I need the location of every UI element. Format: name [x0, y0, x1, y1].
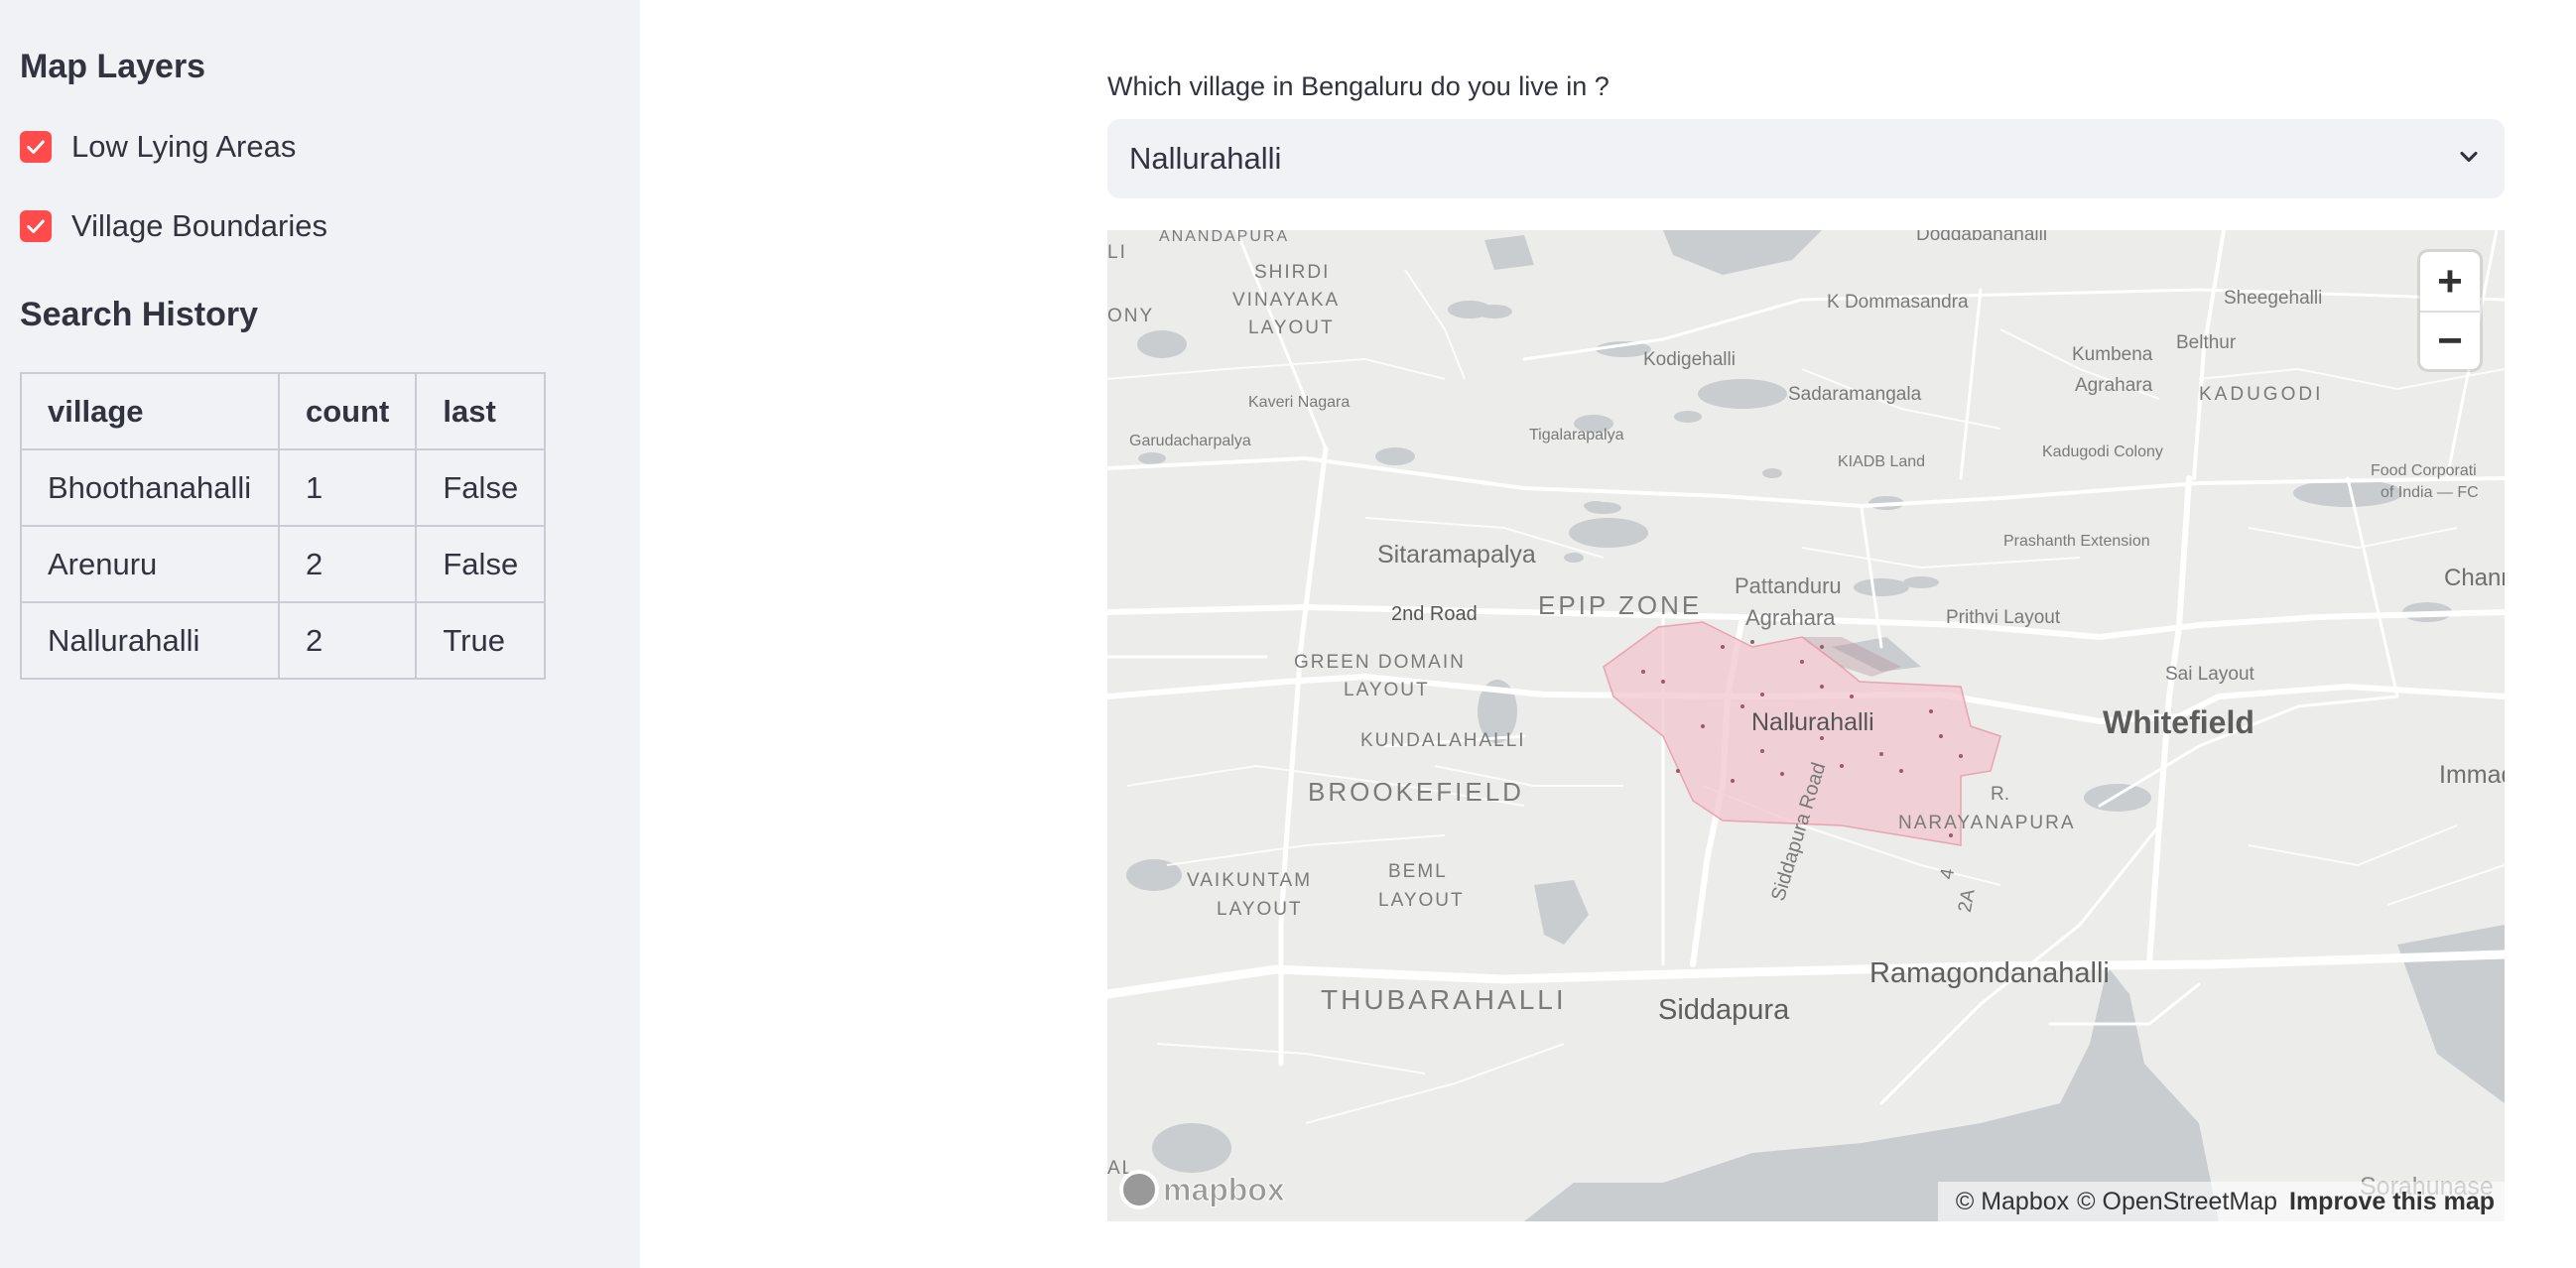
map-label-epip-zone: EPIP ZONE: [1538, 590, 1703, 620]
map-label-kiadb-land: KIADB Land: [1838, 453, 1926, 470]
map-label-garudacharpalya: Garudacharpalya: [1129, 433, 1251, 449]
cell-village: Bhoothanahalli: [20, 448, 280, 527]
map-label-layout-vinayaka: LAYOUT: [1248, 317, 1335, 338]
plus-icon: +: [2437, 256, 2463, 306]
map-label-layout-beml: LAYOUT: [1378, 890, 1465, 911]
search-history-heading: Search History: [20, 296, 258, 333]
map-label-sitaramapalya: Sitaramapalya: [1377, 541, 1536, 569]
map-label-immad: Immad: [2439, 761, 2505, 789]
map-label-layout-green-domain: LAYOUT: [1344, 680, 1430, 700]
mapbox-logo-icon: [1119, 1170, 1159, 1209]
map-label-li: LI: [1107, 242, 1127, 263]
map-label-thubarahalli: THUBARAHALLI: [1321, 984, 1567, 1015]
map-label-kaveri-nagara: Kaveri Nagara: [1248, 394, 1351, 411]
map-label-ramagondanahalli: Ramagondanahalli: [1869, 957, 2110, 989]
table-row: Arenuru 2 False: [20, 525, 547, 603]
map-label-siddapura: Siddapura: [1658, 994, 1790, 1026]
map-label-ony: ONY: [1107, 306, 1155, 326]
map-label-prithvi-layout: Prithvi Layout: [1946, 607, 2061, 628]
column-header-last: last: [415, 372, 547, 450]
cell-village: Arenuru: [20, 525, 280, 603]
mapbox-attribution-link[interactable]: © Mapbox: [1956, 1188, 2069, 1216]
map-label-narayanapura: NARAYANAPURA: [1898, 813, 2076, 833]
map-label-of-india: of India — FC: [2381, 484, 2479, 501]
low-lying-areas-checkbox[interactable]: Low Lying Areas: [20, 129, 296, 165]
mapbox-logo-text: mapbox: [1163, 1171, 1286, 1207]
village-select-label: Which village in Bengaluru do you live i…: [1107, 71, 1610, 101]
map-label-beml: BEML: [1388, 861, 1448, 882]
map-label-green-domain: GREEN DOMAIN: [1294, 652, 1466, 673]
map-label-chann: Chann: [2444, 565, 2505, 591]
map-label-vaikuntam: VAIKUNTAM: [1187, 870, 1313, 891]
map-label-k-dommasandra: K Dommasandra: [1827, 292, 1969, 313]
map-label-r: R.: [1991, 784, 2009, 805]
map-layers-heading: Map Layers: [20, 48, 206, 85]
column-header-village: village: [20, 372, 280, 450]
map-label-agrahara-pattanduru: Agrahara: [1745, 605, 1836, 630]
map-label-doddabanahalli: Doddabanahalli: [1916, 230, 2048, 245]
minus-icon: −: [2437, 316, 2463, 365]
village-boundaries-checkbox[interactable]: Village Boundaries: [20, 208, 327, 244]
map-label-kundalahalli: KUNDALAHALLI: [1360, 730, 1526, 751]
column-header-count: count: [277, 372, 418, 450]
sidebar: Map Layers Low Lying Areas Village Bound…: [0, 0, 640, 1268]
search-history-table: village count last Bhoothanahalli 1 Fals…: [20, 372, 547, 680]
mapbox-logo[interactable]: mapbox: [1119, 1170, 1285, 1209]
zoom-out-button[interactable]: −: [2420, 311, 2480, 369]
village-select[interactable]: Nallurahalli: [1107, 119, 2505, 198]
table-row: Bhoothanahalli 1 False: [20, 448, 547, 527]
zoom-in-button[interactable]: +: [2420, 252, 2480, 311]
map-label-shirdi: SHIRDI: [1254, 262, 1331, 283]
map-attribution: © Mapbox © OpenStreetMap Improve this ma…: [1937, 1182, 2505, 1221]
cell-village: Nallurahalli: [20, 601, 280, 680]
cell-count: 2: [277, 525, 418, 603]
improve-this-map-link[interactable]: Improve this map: [2289, 1188, 2495, 1216]
map-label-kodigehalli: Kodigehalli: [1643, 349, 1736, 370]
village-select-value: Nallurahalli: [1129, 141, 1282, 176]
main-content: Which village in Bengaluru do you live i…: [640, 0, 2576, 1268]
checkbox-checked-icon[interactable]: [20, 210, 52, 242]
cell-last: False: [415, 525, 547, 603]
map-label-sai-layout: Sai Layout: [2165, 664, 2254, 685]
map-label-tigalarapalya: Tigalarapalya: [1529, 427, 1624, 444]
cell-last: True: [415, 601, 547, 680]
map-label-anandapura: ANANDAPURA: [1159, 230, 1290, 245]
zoom-control: + −: [2420, 252, 2480, 369]
cell-count: 2: [277, 601, 418, 680]
map-label-prashanth-extension: Prashanth Extension: [2003, 533, 2150, 550]
cell-count: 1: [277, 448, 418, 527]
map-label-kadugodi: KADUGODI: [2199, 384, 2324, 405]
map-label-sadaramangala: Sadaramangala: [1788, 384, 1922, 405]
map-label-food-corp: Food Corporati: [2371, 462, 2477, 479]
map-label-layout-vaikuntam: LAYOUT: [1217, 899, 1303, 920]
table-header-row: village count last: [20, 372, 547, 450]
low-lying-areas-label: Low Lying Areas: [71, 129, 297, 164]
map-label-vinayaka: VINAYAKA: [1232, 290, 1341, 311]
openstreetmap-attribution-link[interactable]: © OpenStreetMap: [2077, 1188, 2277, 1216]
map-label-kadugodi-colony: Kadugodi Colony: [2042, 444, 2163, 460]
map-label-nallurahalli: Nallurahalli: [1751, 708, 1874, 736]
map-label-brookefield: BROOKEFIELD: [1308, 777, 1524, 807]
checkbox-checked-icon[interactable]: [20, 131, 52, 163]
map-label-sheegehalli: Sheegehalli: [2224, 288, 2323, 309]
map-view[interactable]: Doddabanahalli ANANDAPURA LI SHIRDI VINA…: [1107, 230, 2505, 1221]
map-label-whitefield: Whitefield: [2103, 704, 2254, 740]
village-boundaries-label: Village Boundaries: [71, 208, 327, 243]
table-row: Nallurahalli 2 True: [20, 601, 547, 680]
chevron-down-icon: [2455, 143, 2483, 176]
cell-last: False: [415, 448, 547, 527]
map-label-belthur: Belthur: [2176, 332, 2237, 353]
map-label-2nd-road: 2nd Road: [1391, 603, 1478, 625]
map-label-kumbena: Kumbena: [2072, 344, 2153, 365]
map-label-agrahara-kumbena: Agrahara: [2075, 375, 2153, 396]
map-label-road-2a: 2A: [1954, 887, 1980, 915]
app-root: Map Layers Low Lying Areas Village Bound…: [0, 0, 2576, 1268]
map-label-pattanduru: Pattanduru: [1735, 573, 1842, 598]
